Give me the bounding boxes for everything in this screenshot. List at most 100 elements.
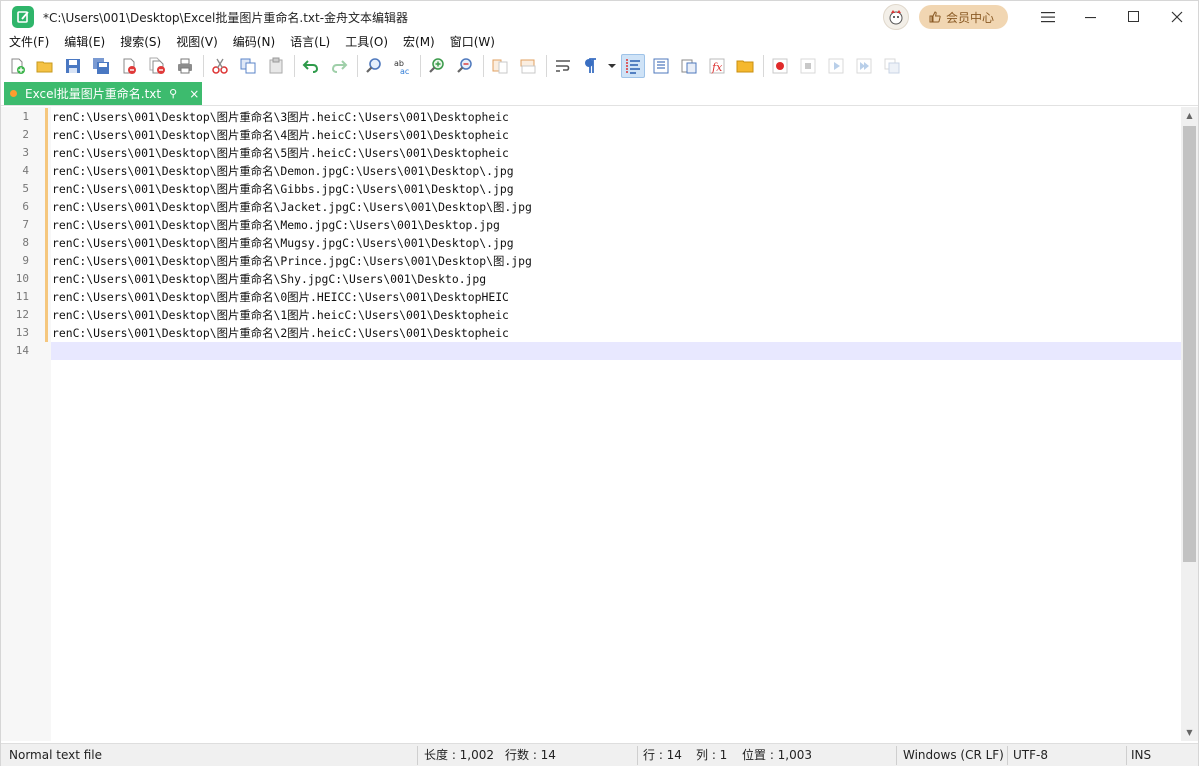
menu-file[interactable]: 文件(F) — [9, 33, 49, 50]
stop-icon — [800, 58, 816, 74]
paste-button[interactable] — [264, 54, 288, 78]
line-number: 2 — [22, 128, 29, 141]
text-line[interactable]: renC:\Users\001\Desktop\图片重命名\4图片.heicC:… — [51, 126, 509, 144]
text-line[interactable]: renC:\Users\001\Desktop\图片重命名\3图片.heicC:… — [51, 108, 509, 126]
text-line[interactable]: renC:\Users\001\Desktop\图片重命名\2图片.heicC:… — [51, 324, 509, 342]
menu-language[interactable]: 语言(L) — [290, 33, 330, 50]
close-all-button[interactable] — [145, 54, 169, 78]
status-bar: Normal text file 长度 : 1,002 行数 : 14 行 : … — [1, 743, 1198, 766]
editor-window: *C:\Users\001\Desktop\Excel批量图片重命名.txt-金… — [0, 0, 1199, 766]
maximize-button[interactable] — [1112, 1, 1155, 33]
status-encoding[interactable]: UTF-8 — [1013, 744, 1048, 766]
close-window-button[interactable] — [1155, 1, 1198, 33]
macro-stop-button[interactable] — [796, 54, 820, 78]
close-icon — [1171, 11, 1182, 23]
open-file-button[interactable] — [33, 54, 57, 78]
redo-button[interactable] — [327, 54, 351, 78]
menu-macro[interactable]: 宏(M) — [403, 33, 435, 50]
new-file-button[interactable] — [5, 54, 29, 78]
vip-center-button[interactable]: 会员中心 — [918, 5, 1008, 29]
sync-vertical-button[interactable] — [488, 54, 512, 78]
scroll-up-icon[interactable]: ▲ — [1181, 107, 1198, 124]
menu-edit[interactable]: 编辑(E) — [64, 33, 105, 50]
function-icon: fx — [709, 58, 725, 74]
hamburger-menu-button[interactable] — [1026, 1, 1069, 33]
text-line[interactable]: renC:\Users\001\Desktop\图片重命名\5图片.heicC:… — [51, 144, 509, 162]
macro-play-button[interactable] — [824, 54, 848, 78]
tab-bar: Excel批量图片重命名.txt ⚲ × — [1, 82, 1198, 106]
modified-line-marker — [45, 288, 48, 306]
text-line[interactable]: renC:\Users\001\Desktop\图片重命名\Jacket.jpg… — [51, 198, 532, 216]
minimize-button[interactable] — [1069, 1, 1112, 33]
status-eol[interactable]: Windows (CR LF) — [903, 744, 1004, 766]
thumbs-up-icon — [929, 11, 941, 23]
text-line[interactable]: renC:\Users\001\Desktop\图片重命名\Shy.jpgC:\… — [51, 270, 486, 288]
replace-button[interactable]: ab ac — [390, 54, 414, 78]
save-button[interactable] — [61, 54, 85, 78]
toolbar-separator — [483, 55, 484, 77]
modified-line-marker — [45, 216, 48, 234]
modified-line-marker — [45, 126, 48, 144]
menu-search[interactable]: 搜索(S) — [120, 33, 161, 50]
sync-horizontal-button[interactable] — [516, 54, 540, 78]
save-all-button[interactable] — [89, 54, 113, 78]
zoom-out-button[interactable] — [453, 54, 477, 78]
scroll-thumb[interactable] — [1183, 126, 1196, 562]
zoom-in-button[interactable] — [425, 54, 449, 78]
menu-encoding[interactable]: 编码(N) — [233, 33, 275, 50]
macro-play-multiple-button[interactable] — [852, 54, 876, 78]
line-number: 3 — [22, 146, 29, 159]
status-separator — [1007, 746, 1008, 765]
undo-button[interactable] — [299, 54, 323, 78]
folder-workspace-button[interactable] — [733, 54, 757, 78]
copy-button[interactable] — [236, 54, 260, 78]
status-col: 列 : 1 — [696, 748, 728, 762]
text-editor[interactable]: 1 2 3 4 5 6 7 8 9 10 11 12 13 14 renC:\Users\001\Desk… — [1, 107, 1198, 741]
function-list-button[interactable]: fx — [705, 54, 729, 78]
line-number: 9 — [22, 254, 29, 267]
find-button[interactable] — [362, 54, 386, 78]
menu-view[interactable]: 视图(V) — [176, 33, 218, 50]
sync-vertical-icon — [492, 59, 508, 74]
svg-text:fx: fx — [711, 61, 723, 74]
indent-guide-button[interactable] — [621, 54, 645, 78]
text-line[interactable]: renC:\Users\001\Desktop\图片重命名\Demon.jpgC… — [51, 162, 514, 180]
text-line[interactable]: renC:\Users\001\Desktop\图片重命名\Mugsy.jpgC… — [51, 234, 514, 252]
code-area[interactable]: renC:\Users\001\Desktop\图片重命名\3图片.heicC:… — [51, 107, 1181, 741]
line-number: 4 — [22, 164, 29, 177]
scroll-down-icon[interactable]: ▼ — [1181, 724, 1198, 741]
tab-excel-rename-file[interactable]: Excel批量图片重命名.txt ⚲ × — [4, 82, 202, 105]
line-number: 5 — [22, 182, 29, 195]
toolbar-separator — [420, 55, 421, 77]
menu-tools[interactable]: 工具(O) — [345, 33, 388, 50]
text-line[interactable]: renC:\Users\001\Desktop\图片重命名\Gibbs.jpgC… — [51, 180, 514, 198]
copy-icon — [240, 58, 256, 74]
text-line[interactable]: renC:\Users\001\Desktop\图片重命名\Prince.jpg… — [51, 252, 532, 270]
text-line[interactable]: renC:\Users\001\Desktop\图片重命名\Memo.jpgC:… — [51, 216, 500, 234]
show-symbols-button[interactable] — [579, 54, 603, 78]
macro-record-button[interactable] — [768, 54, 792, 78]
macro-save-button[interactable] — [880, 54, 904, 78]
document-map-button[interactable] — [649, 54, 673, 78]
print-button[interactable] — [173, 54, 197, 78]
close-file-button[interactable] — [117, 54, 141, 78]
status-insert-mode[interactable]: INS — [1131, 744, 1151, 766]
close-all-icon — [149, 57, 165, 74]
menu-window[interactable]: 窗口(W) — [450, 33, 495, 50]
current-line[interactable] — [51, 342, 1181, 360]
cut-button[interactable] — [208, 54, 232, 78]
macro-save-icon — [884, 58, 900, 74]
undo-icon — [302, 60, 319, 73]
status-line-count: 行数 : 14 — [505, 748, 556, 762]
close-tab-icon[interactable]: × — [189, 87, 199, 101]
vertical-scrollbar[interactable]: ▲ ▼ — [1181, 107, 1198, 741]
title-bar: *C:\Users\001\Desktop\Excel批量图片重命名.txt-金… — [1, 1, 1198, 33]
text-line[interactable]: renC:\Users\001\Desktop\图片重命名\1图片.heicC:… — [51, 306, 509, 324]
document-list-button[interactable] — [677, 54, 701, 78]
text-line[interactable]: renC:\Users\001\Desktop\图片重命名\0图片.HEICC:… — [51, 288, 509, 306]
word-wrap-button[interactable] — [551, 54, 575, 78]
mascot-avatar-icon[interactable] — [882, 4, 909, 30]
document-list-icon — [681, 59, 697, 74]
pin-icon[interactable]: ⚲ — [169, 87, 177, 100]
symbols-dropdown-arrow[interactable] — [607, 54, 617, 78]
